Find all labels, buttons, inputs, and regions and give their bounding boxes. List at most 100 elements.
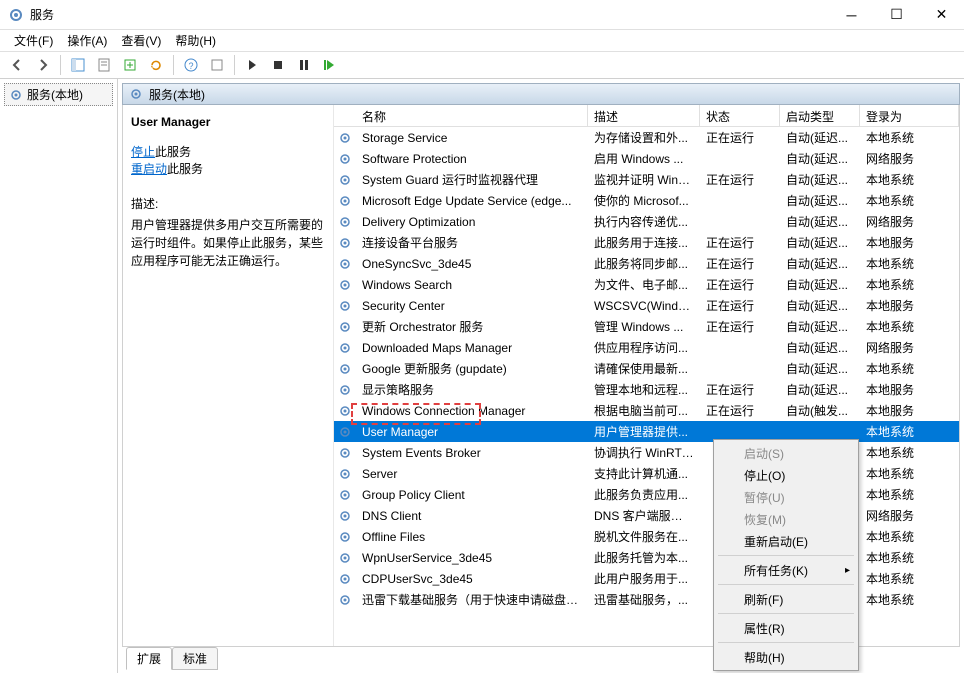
menu-view[interactable]: 查看(V) bbox=[115, 30, 167, 51]
cell-logon: 本地系统 bbox=[860, 591, 959, 608]
gear-icon bbox=[334, 299, 356, 313]
cell-desc: DNS 客户端服务(... bbox=[588, 507, 700, 524]
menu-item-refresh[interactable]: 刷新(F) bbox=[716, 588, 856, 610]
menu-item-resume[interactable]: 恢复(M) bbox=[716, 508, 856, 530]
menu-item-properties[interactable]: 属性(R) bbox=[716, 617, 856, 639]
cell-logon: 本地系统 bbox=[860, 276, 959, 293]
menu-item-help[interactable]: 帮助(H) bbox=[716, 646, 856, 668]
cell-desc: 管理 Windows ... bbox=[588, 318, 700, 335]
column-status[interactable]: 状态 bbox=[700, 105, 780, 126]
window-buttons: ─ ☐ ✕ bbox=[829, 0, 964, 29]
list-body[interactable]: Storage Service为存储设置和外...正在运行自动(延迟...本地系… bbox=[334, 127, 959, 646]
column-logon[interactable]: 登录为 bbox=[860, 105, 959, 126]
help2-button[interactable] bbox=[206, 54, 228, 76]
column-start[interactable]: 启动类型 bbox=[780, 105, 860, 126]
cell-name: Microsoft Edge Update Service (edge... bbox=[356, 194, 588, 208]
start-service-button[interactable] bbox=[241, 54, 263, 76]
column-name[interactable]: 名称 bbox=[356, 105, 588, 126]
service-row[interactable]: Google 更新服务 (gupdate)请確保使用最新...自动(延迟...本… bbox=[334, 358, 959, 379]
gear-icon bbox=[334, 131, 356, 145]
gear-icon bbox=[334, 278, 356, 292]
menu-item-all-tasks[interactable]: 所有任务(K)▸ bbox=[716, 559, 856, 581]
service-row[interactable]: Server支持此计算机通...本地系统 bbox=[334, 463, 959, 484]
properties-button[interactable] bbox=[93, 54, 115, 76]
menu-item-stop[interactable]: 停止(O) bbox=[716, 464, 856, 486]
cell-name: Software Protection bbox=[356, 152, 588, 166]
minimize-button[interactable]: ─ bbox=[829, 0, 874, 29]
cell-logon: 本地系统 bbox=[860, 129, 959, 146]
menu-item-pause[interactable]: 暂停(U) bbox=[716, 486, 856, 508]
gear-icon bbox=[334, 320, 356, 334]
cell-desc: 使你的 Microsof... bbox=[588, 192, 700, 209]
service-row[interactable]: CDPUserSvc_3de45此用户服务用于...本地系统 bbox=[334, 568, 959, 589]
service-row[interactable]: Group Policy Client此服务负责应用...本地系统 bbox=[334, 484, 959, 505]
service-row[interactable]: Downloaded Maps Manager供应用程序访问...自动(延迟..… bbox=[334, 337, 959, 358]
stop-service-button[interactable] bbox=[267, 54, 289, 76]
gear-icon bbox=[334, 593, 356, 607]
show-hide-tree-button[interactable] bbox=[67, 54, 89, 76]
service-row[interactable]: System Guard 运行时监视器代理监视并证明 Wind...正在运行自动… bbox=[334, 169, 959, 190]
gear-icon bbox=[334, 236, 356, 250]
menu-help[interactable]: 帮助(H) bbox=[169, 30, 222, 51]
gear-icon bbox=[334, 467, 356, 481]
service-row[interactable]: System Events Broker协调执行 WinRT ...本地系统 bbox=[334, 442, 959, 463]
export-button[interactable] bbox=[119, 54, 141, 76]
forward-button[interactable] bbox=[32, 54, 54, 76]
cell-logon: 本地服务 bbox=[860, 402, 959, 419]
service-row[interactable]: Software Protection启用 Windows ...自动(延迟..… bbox=[334, 148, 959, 169]
column-desc[interactable]: 描述 bbox=[588, 105, 700, 126]
close-button[interactable]: ✕ bbox=[919, 0, 964, 29]
back-button[interactable] bbox=[6, 54, 28, 76]
cell-logon: 网络服务 bbox=[860, 507, 959, 524]
cell-logon: 本地系统 bbox=[860, 444, 959, 461]
menu-item-start[interactable]: 启动(S) bbox=[716, 442, 856, 464]
tab-extended[interactable]: 扩展 bbox=[126, 647, 172, 670]
service-row[interactable]: 显示策略服务管理本地和远程...正在运行自动(延迟...本地服务 bbox=[334, 379, 959, 400]
service-row[interactable]: User Manager用户管理器提供...本地系统 bbox=[334, 421, 959, 442]
service-row[interactable]: 连接设备平台服务此服务用于连接...正在运行自动(延迟...本地服务 bbox=[334, 232, 959, 253]
service-row[interactable]: Security CenterWSCSVC(Windo...正在运行自动(延迟.… bbox=[334, 295, 959, 316]
cell-start: 自动(延迟... bbox=[780, 129, 860, 146]
cell-logon: 网络服务 bbox=[860, 150, 959, 167]
restart-service-button[interactable] bbox=[319, 54, 341, 76]
service-row[interactable]: DNS ClientDNS 客户端服务(...网络服务 bbox=[334, 505, 959, 526]
refresh-button[interactable] bbox=[145, 54, 167, 76]
service-row[interactable]: 迅雷下载基础服务（用于快速申请磁盘空...迅雷基础服务，...本地系统 bbox=[334, 589, 959, 610]
cell-status: 正在运行 bbox=[700, 297, 780, 314]
menu-item-restart[interactable]: 重新启动(E) bbox=[716, 530, 856, 552]
pause-service-button[interactable] bbox=[293, 54, 315, 76]
gear-icon bbox=[334, 341, 356, 355]
service-row[interactable]: Microsoft Edge Update Service (edge...使你… bbox=[334, 190, 959, 211]
service-row[interactable]: WpnUserService_3de45此服务托管为本...本地系统 bbox=[334, 547, 959, 568]
service-row[interactable]: Windows Connection Manager根据电脑当前可...正在运行… bbox=[334, 400, 959, 421]
menu-action[interactable]: 操作(A) bbox=[61, 30, 113, 51]
cell-desc: 脱机文件服务在... bbox=[588, 528, 700, 545]
services-app-icon bbox=[8, 7, 24, 23]
tree-item-services-local[interactable]: 服务(本地) bbox=[4, 83, 113, 106]
cell-desc: 协调执行 WinRT ... bbox=[588, 444, 700, 461]
restart-link[interactable]: 重启动 bbox=[131, 162, 167, 176]
help-button[interactable]: ? bbox=[180, 54, 202, 76]
cell-name: OneSyncSvc_3de45 bbox=[356, 257, 588, 271]
stop-link[interactable]: 停止 bbox=[131, 145, 155, 159]
separator bbox=[173, 55, 174, 75]
service-row[interactable]: Delivery Optimization执行内容传递优...自动(延迟...网… bbox=[334, 211, 959, 232]
service-row[interactable]: Storage Service为存储设置和外...正在运行自动(延迟...本地系… bbox=[334, 127, 959, 148]
service-row[interactable]: Windows Search为文件、电子邮...正在运行自动(延迟...本地系统 bbox=[334, 274, 959, 295]
maximize-button[interactable]: ☐ bbox=[874, 0, 919, 29]
cell-logon: 本地系统 bbox=[860, 423, 959, 440]
menu-file[interactable]: 文件(F) bbox=[8, 30, 59, 51]
window-title: 服务 bbox=[30, 6, 829, 23]
cell-desc: 监视并证明 Wind... bbox=[588, 171, 700, 188]
service-row[interactable]: Offline Files脱机文件服务在...本地系统 bbox=[334, 526, 959, 547]
menu-separator bbox=[718, 555, 854, 556]
cell-logon: 本地系统 bbox=[860, 255, 959, 272]
cell-start: 自动(延迟... bbox=[780, 339, 860, 356]
service-row[interactable]: OneSyncSvc_3de45此服务将同步邮...正在运行自动(延迟...本地… bbox=[334, 253, 959, 274]
menubar: 文件(F) 操作(A) 查看(V) 帮助(H) bbox=[0, 30, 964, 51]
service-row[interactable]: 更新 Orchestrator 服务管理 Windows ...正在运行自动(延… bbox=[334, 316, 959, 337]
detail-actions: 停止此服务 重启动此服务 bbox=[131, 143, 325, 177]
detail-pane: User Manager 停止此服务 重启动此服务 描述: 用户管理器提供多用户… bbox=[123, 105, 333, 646]
cell-name: Server bbox=[356, 467, 588, 481]
tab-standard[interactable]: 标准 bbox=[172, 647, 218, 670]
